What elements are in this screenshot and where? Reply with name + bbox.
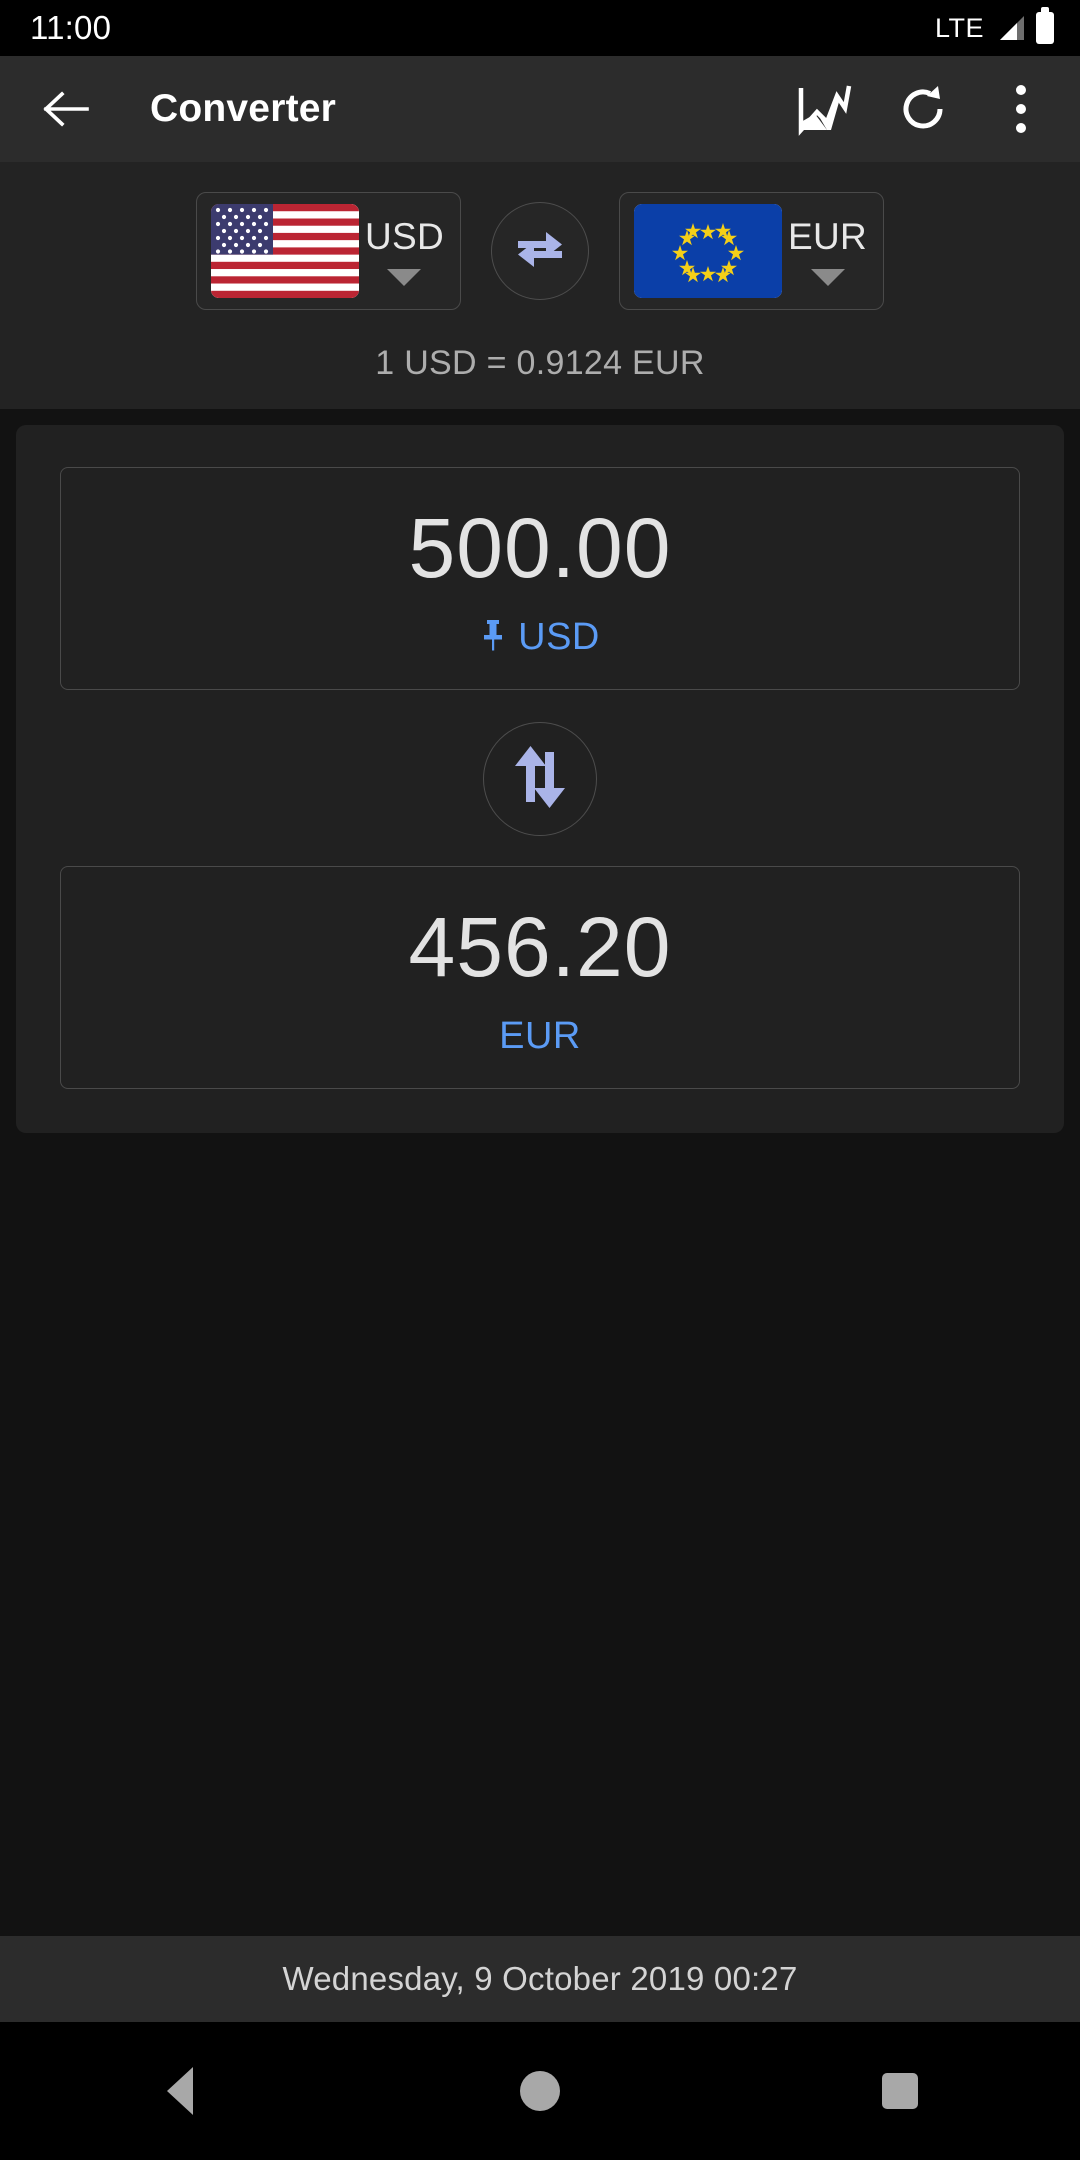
to-amount-label-row: EUR: [101, 1015, 979, 1058]
refresh-icon[interactable]: [892, 78, 954, 140]
currency-selector-row: USD EUR: [0, 192, 1080, 310]
swap-amounts-button[interactable]: [483, 722, 597, 836]
flag-eu-icon: [634, 204, 782, 298]
status-bar-indicators: LTE: [934, 7, 1054, 44]
timestamp-text: Wednesday, 9 October 2019 00:27: [282, 1960, 798, 1997]
battery-full-icon: [1036, 7, 1054, 44]
swap-amounts-wrapper: [60, 690, 1020, 866]
phone-screen: 11:00 LTE Converter USD EUR 1 USD = 0.91…: [0, 0, 1080, 2160]
nav-back-icon[interactable]: [90, 2046, 270, 2136]
more-vertical-icon[interactable]: [990, 78, 1052, 140]
app-bar-actions: [794, 78, 1052, 140]
signal-bars-icon: [995, 13, 1025, 43]
flag-usa-icon: [210, 204, 359, 298]
from-amount-field[interactable]: 500.00 USD: [60, 467, 1020, 690]
to-currency-label: EUR: [499, 1015, 581, 1057]
line-chart-icon[interactable]: [794, 78, 856, 140]
android-nav-bar: [0, 2022, 1080, 2160]
to-currency-selector[interactable]: EUR: [619, 192, 885, 310]
from-currency-code: USD: [364, 215, 444, 257]
from-currency-label: USD: [518, 616, 600, 658]
currency-selector-strip: USD EUR 1 USD = 0.9124 EUR: [0, 162, 1080, 409]
timestamp-bar: Wednesday, 9 October 2019 00:27: [0, 1936, 1080, 2022]
status-bar-clock: 11:00: [30, 9, 112, 46]
network-type-label: LTE: [934, 12, 984, 43]
to-amount-field[interactable]: 456.20 EUR: [60, 866, 1020, 1089]
swap-horizontal-icon: [512, 225, 568, 278]
to-amount-value: 456.20: [408, 900, 672, 994]
from-currency-selector[interactable]: USD: [195, 192, 461, 310]
nav-home-icon[interactable]: [450, 2046, 630, 2136]
swap-currencies-button[interactable]: [491, 202, 589, 300]
back-button[interactable]: [34, 77, 98, 141]
converter-card-wrapper: 500.00 USD 456.20 EUR: [0, 409, 1080, 1133]
from-amount-value: 500.00: [408, 501, 672, 595]
nav-recents-icon[interactable]: [810, 2046, 990, 2136]
from-amount-label-row: USD: [101, 616, 979, 659]
page-title: Converter: [150, 87, 337, 130]
to-currency-code: EUR: [788, 215, 868, 257]
chevron-down-icon: [810, 268, 845, 286]
app-bar: Converter: [0, 56, 1080, 162]
pin-icon[interactable]: [480, 618, 506, 657]
swap-vertical-icon: [509, 743, 571, 816]
status-bar: 11:00 LTE: [0, 0, 1080, 56]
converter-card: 500.00 USD 456.20 EUR: [16, 425, 1064, 1133]
chevron-down-icon: [387, 268, 422, 286]
exchange-rate-text: 1 USD = 0.9124 EUR: [375, 344, 705, 382]
content-spacer: [0, 1133, 1080, 1936]
